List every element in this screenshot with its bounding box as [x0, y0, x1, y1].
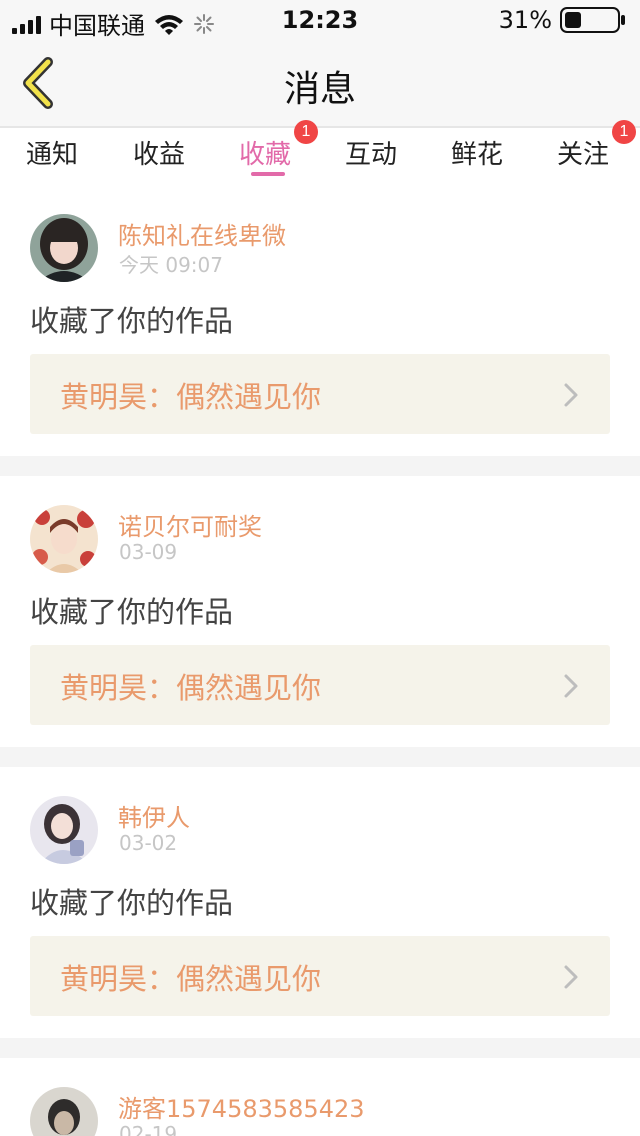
action-text: 收藏了你的作品 [30, 304, 234, 338]
list-item: 韩伊人 03-02 收藏了你的作品 黄明昊：偶然遇见你 [0, 776, 640, 1046]
work-link[interactable]: 黄明昊：偶然遇见你 [30, 645, 610, 725]
avatar[interactable] [30, 505, 98, 573]
divider [0, 1038, 640, 1058]
battery-icon [560, 7, 625, 33]
divider [0, 456, 640, 476]
avatar[interactable] [30, 796, 98, 864]
tab-follow[interactable]: 关注 [557, 134, 609, 171]
chevron-right-icon [564, 674, 578, 698]
timestamp: 02-19 [119, 1122, 178, 1136]
timestamp: 03-09 [119, 540, 178, 564]
page-title: 消息 [283, 69, 356, 110]
chevron-right-icon [564, 965, 578, 989]
action-text: 收藏了你的作品 [30, 886, 234, 920]
status-right: 31% [499, 6, 626, 34]
list-item: 陈知礼在线卑微 今天 09:07 收藏了你的作品 黄明昊：偶然遇见你 [0, 194, 640, 464]
tab-bar: 通知 收益 收藏 1 互动 鲜花 关注 1 [0, 120, 640, 184]
tab-earnings[interactable]: 收益 [133, 134, 185, 171]
avatar[interactable] [30, 1087, 98, 1136]
tab-interaction[interactable]: 互动 [345, 134, 397, 171]
nav-bar: 消息 [0, 40, 640, 126]
battery-percent: 31% [498, 6, 552, 34]
list-item: 游客1574583585423 02-19 [0, 1067, 640, 1136]
action-text: 收藏了你的作品 [30, 595, 234, 629]
avatar[interactable] [30, 214, 98, 282]
list-item: 诺贝尔可耐奖 03-09 收藏了你的作品 黄明昊：偶然遇见你 [0, 485, 640, 755]
tab-favorites[interactable]: 收藏 [239, 134, 291, 171]
divider [0, 747, 640, 767]
tab-follow-badge: 1 [612, 120, 636, 144]
username[interactable]: 韩伊人 [118, 798, 190, 833]
work-title: 黄明昊：偶然遇见你 [60, 380, 322, 414]
work-title: 黄明昊：偶然遇见你 [60, 962, 322, 996]
active-tab-indicator [251, 172, 285, 176]
timestamp: 今天 09:07 [119, 253, 223, 277]
tab-flowers[interactable]: 鲜花 [451, 134, 503, 171]
username[interactable]: 诺贝尔可耐奖 [118, 507, 262, 542]
tab-notice[interactable]: 通知 [26, 134, 78, 171]
work-link[interactable]: 黄明昊：偶然遇见你 [30, 354, 610, 434]
work-link[interactable]: 黄明昊：偶然遇见你 [30, 936, 610, 1016]
chevron-right-icon [564, 383, 578, 407]
status-bar: 中国联通 12:23 31% [0, 0, 640, 40]
work-title: 黄明昊：偶然遇见你 [60, 671, 322, 705]
username[interactable]: 游客1574583585423 [118, 1089, 365, 1124]
tab-favorites-badge: 1 [294, 120, 318, 144]
username[interactable]: 陈知礼在线卑微 [118, 216, 286, 251]
timestamp: 03-02 [119, 831, 178, 855]
